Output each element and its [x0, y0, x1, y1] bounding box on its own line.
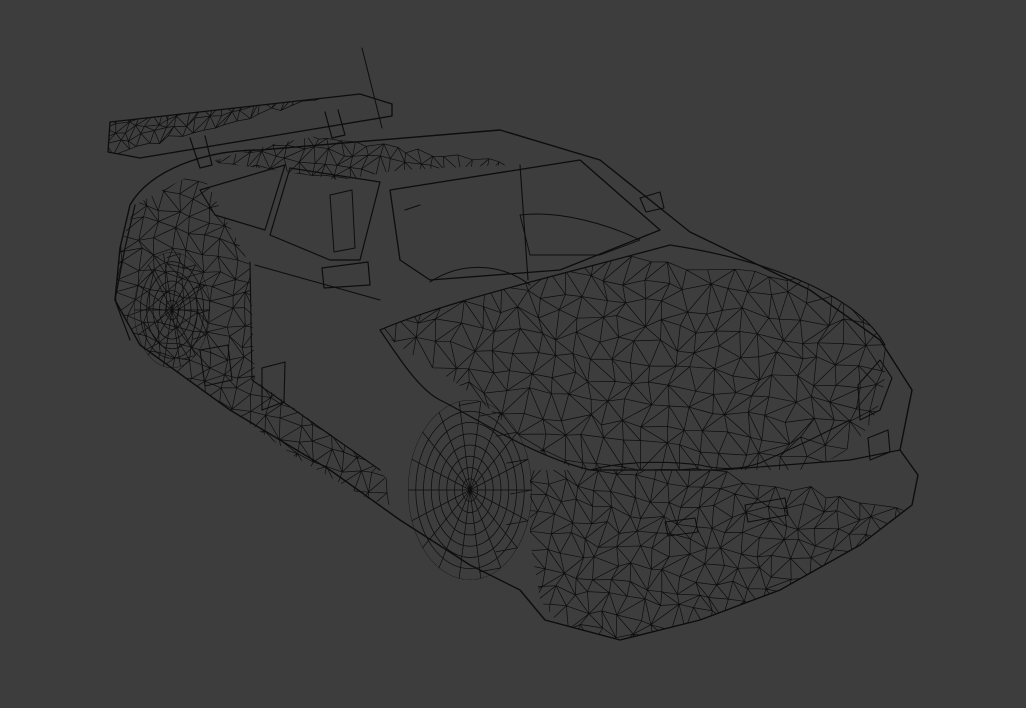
3d-viewport[interactable]	[0, 0, 1026, 708]
car-wireframe-mesh	[0, 0, 1026, 708]
